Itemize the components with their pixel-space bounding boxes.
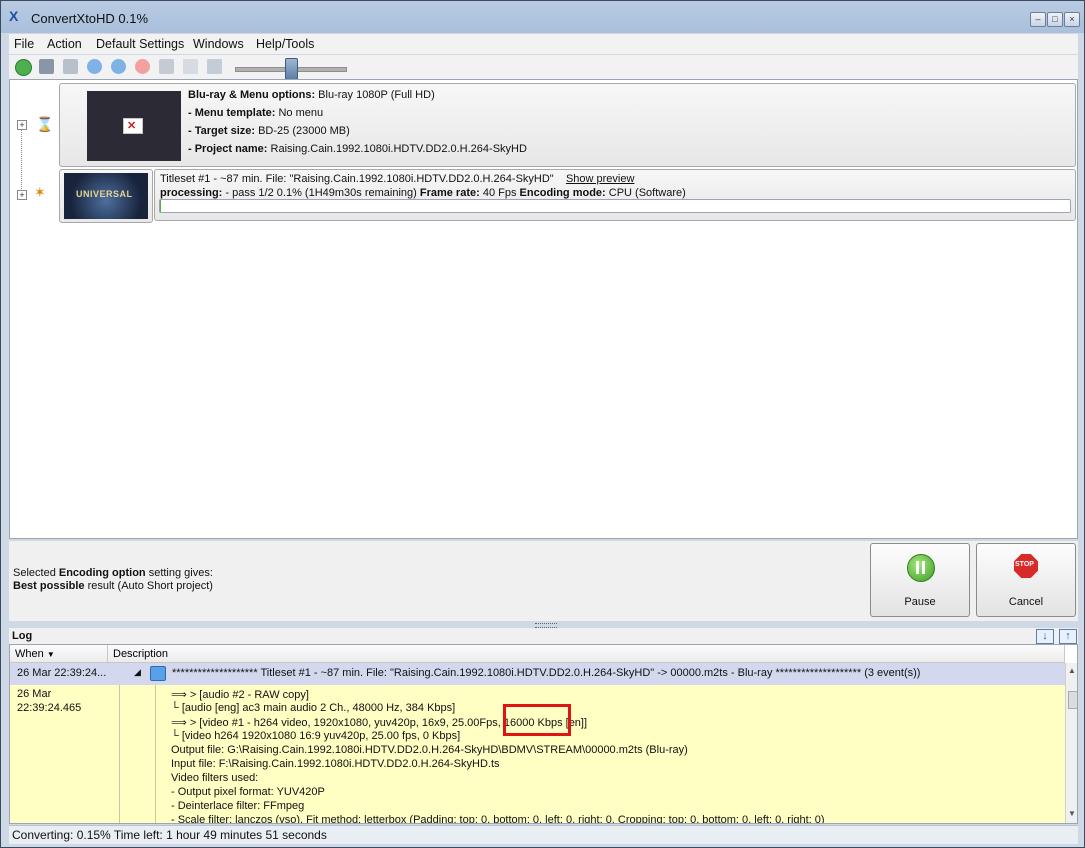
log-line: - Scale filter: lanczos (vso), Fit metho… (171, 814, 825, 824)
menu-options-row: Blu-ray & Menu options: Blu-ray 1080P (F… (188, 89, 435, 101)
menu-bar: File Action Default Settings Windows Hel… (9, 34, 1078, 54)
zoom-slider-thumb[interactable] (285, 58, 298, 80)
log-line: Output file: G:\Raising.Cain.1992.1080i.… (171, 744, 688, 756)
titleset-log-icon (150, 666, 166, 681)
toolbar (9, 55, 1078, 80)
log-row-description: ******************** Titleset #1 - ~87 m… (172, 667, 921, 679)
app-logo-icon: X (9, 8, 19, 24)
log-header: Log ↓ ↑ (9, 628, 1078, 644)
cancel-button[interactable]: STOP Cancel (976, 543, 1076, 617)
bitrate-highlight-box (503, 704, 571, 736)
log-title: Log (12, 630, 33, 642)
log-line: - Deinterlace filter: FFmpeg (171, 800, 305, 812)
encoding-summary: Selected Encoding option setting gives: … (13, 567, 213, 592)
project-expander[interactable]: + (17, 120, 27, 130)
titleset-thumbnail: UNIVERSAL (64, 173, 148, 219)
encoding-progress-bar (159, 199, 1071, 213)
window-title: ConvertXtoHD 0.1% (31, 11, 149, 26)
scroll-up-arrow-icon[interactable]: ▲ (1068, 666, 1076, 675)
project-tree-panel: + ⌛ + ✶ ✕ Blu-ray & Menu options: Blu-ra… (9, 79, 1078, 539)
move-up-icon[interactable] (111, 59, 126, 74)
hourglass-icon: ⌛ (36, 116, 54, 132)
pause-button[interactable]: Pause (870, 543, 970, 617)
save-icon[interactable] (39, 59, 54, 74)
title-bar[interactable]: X ConvertXtoHD 0.1% – □ × (1, 1, 1084, 33)
move-down-icon[interactable] (87, 59, 102, 74)
cancel-label: Cancel (1008, 596, 1044, 608)
menu-default-settings[interactable]: Default Settings (96, 37, 184, 51)
encoding-star-icon: ✶ (34, 184, 46, 200)
tree-guide (155, 685, 156, 823)
monitor-icon[interactable] (207, 59, 222, 74)
titleset-expander[interactable]: + (17, 190, 27, 200)
tree-connector (21, 125, 22, 195)
menu-template-row: - Menu template: No menu (188, 107, 324, 119)
log-scrollbar[interactable]: ▲ ▼ (1065, 663, 1077, 823)
scrollbar-thumb[interactable] (1068, 691, 1077, 709)
close-button[interactable]: × (1064, 12, 1080, 27)
scroll-down-arrow-icon[interactable]: ▼ (1068, 809, 1076, 818)
grid-icon[interactable] (183, 59, 198, 74)
scroll-up-button[interactable]: ↑ (1059, 629, 1077, 644)
column-when[interactable]: When ▼ (10, 645, 108, 663)
log-line: Video filters used: (171, 772, 259, 784)
status-bar: Converting: 0.15% Time left: 1 hour 49 m… (9, 825, 1078, 844)
no-image-icon: ✕ (123, 118, 143, 134)
tools-icon[interactable] (159, 59, 174, 74)
menu-thumbnail: ✕ (87, 91, 181, 161)
minimize-button[interactable]: – (1030, 12, 1046, 27)
project-card[interactable]: ✕ Blu-ray & Menu options: Blu-ray 1080P … (59, 83, 1076, 167)
collapse-icon[interactable]: ◢ (134, 667, 141, 678)
processing-line: processing: - pass 1/2 0.1% (1H49m30s re… (160, 187, 686, 199)
target-size-row: - Target size: BD-25 (23000 MB) (188, 125, 350, 137)
log-line: └ [audio [eng] ac3 main audio 2 Ch., 480… (171, 702, 456, 714)
tree-guide (119, 685, 120, 823)
app-window: X ConvertXtoHD 0.1% – □ × File Action De… (0, 0, 1085, 848)
titleset-line: Titleset #1 - ~87 min. File: "Raising.Ca… (160, 173, 635, 185)
menu-action[interactable]: Action (47, 37, 82, 51)
log-line: ⟹ > [audio #2 - RAW copy] (171, 689, 309, 701)
log-line: └ [video h264 1920x1080 16:9 yuv420p, 25… (171, 730, 461, 742)
scroll-down-button[interactable]: ↓ (1036, 629, 1054, 644)
log-row[interactable]: 26 Mar 22:39:24... ◢ *******************… (10, 663, 1065, 685)
summary-panel: Selected Encoding option setting gives: … (9, 541, 1078, 621)
log-line: Input file: F:\Raising.Cain.1992.1080i.H… (171, 758, 500, 770)
menu-help-tools[interactable]: Help/Tools (256, 37, 314, 51)
pause-label: Pause (904, 596, 936, 608)
column-description[interactable]: Description (108, 645, 1065, 663)
maximize-button[interactable]: □ (1047, 12, 1063, 27)
thumbnail-logo: UNIVERSAL (76, 189, 133, 199)
menu-windows[interactable]: Windows (193, 37, 244, 51)
log-detail-date: 26 Mar (17, 688, 52, 700)
titleset-card[interactable]: Titleset #1 - ~87 min. File: "Raising.Ca… (154, 169, 1076, 221)
log-detail-time: 22:39:24.465 (17, 702, 82, 714)
remove-icon[interactable] (135, 59, 150, 74)
menu-file[interactable]: File (14, 37, 34, 51)
show-preview-link[interactable]: Show preview (566, 173, 634, 185)
add-icon[interactable] (15, 59, 32, 76)
status-text: Converting: 0.15% Time left: 1 hour 49 m… (12, 828, 327, 842)
stop-icon: STOP (1014, 554, 1038, 578)
titleset-thumbnail-card[interactable]: UNIVERSAL (59, 169, 153, 223)
log-row-when: 26 Mar 22:39:24... (17, 667, 107, 679)
settings-icon[interactable] (63, 59, 78, 74)
log-line: - Output pixel format: YUV420P (171, 786, 325, 798)
project-name-row: - Project name: Raising.Cain.1992.1080i.… (188, 143, 527, 155)
pause-icon (907, 554, 935, 582)
progress-fill (160, 200, 161, 212)
